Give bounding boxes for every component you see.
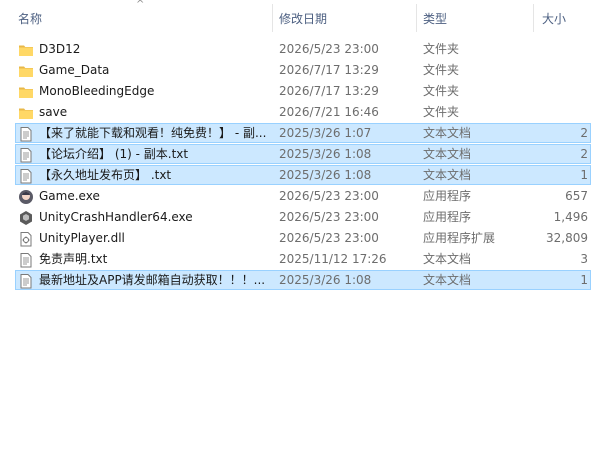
file-modified-date: 2025/3/26 1:07 <box>279 126 372 140</box>
file-name: MonoBleedingEdge <box>39 84 155 98</box>
text-file-icon <box>18 147 34 163</box>
file-name: Game_Data <box>39 63 110 77</box>
folder-icon <box>18 84 34 100</box>
file-modified-date: 2026/5/23 23:00 <box>279 231 379 245</box>
file-type: 文件夹 <box>423 42 460 56</box>
file-type: 应用程序 <box>423 189 472 203</box>
file-size: 3 <box>580 252 588 266</box>
file-size: 1 <box>580 273 588 287</box>
text-file-icon <box>18 273 34 289</box>
column-header-name[interactable]: 名称 <box>18 0 42 36</box>
unity-icon <box>18 210 34 226</box>
column-divider[interactable] <box>272 4 273 32</box>
file-row[interactable]: D3D12 2026/5/23 23:00 文件夹 <box>0 39 591 60</box>
file-type: 文件夹 <box>423 84 460 98</box>
file-size <box>533 39 588 60</box>
file-name: save <box>39 105 68 119</box>
file-type: 应用程序扩展 <box>423 231 496 245</box>
file-name: UnityPlayer.dll <box>39 231 125 245</box>
file-type: 文本文档 <box>423 252 472 266</box>
file-name: 【论坛介绍】 (1) - 副本.txt <box>39 147 189 161</box>
dll-file-icon <box>18 231 34 247</box>
text-file-icon <box>18 252 34 268</box>
file-row[interactable]: UnityCrashHandler64.exe 2026/5/23 23:00 应用… <box>0 207 591 228</box>
file-modified-date: 2026/5/23 23:00 <box>279 189 379 203</box>
file-modified-date: 2026/7/17 13:29 <box>279 63 379 77</box>
text-file-icon <box>18 126 34 142</box>
file-row[interactable]: Game_Data 2026/7/17 13:29 文件夹 <box>0 60 591 81</box>
file-list: D3D12 2026/5/23 23:00 文件夹 Game_Data 2026/7/1… <box>0 39 591 291</box>
file-name: 最新地址及APP请发邮箱自动获取！！！... <box>39 273 266 287</box>
file-size <box>533 81 588 102</box>
file-type: 文件夹 <box>423 105 460 119</box>
file-modified-date: 2025/3/26 1:08 <box>279 147 372 161</box>
file-size: 2 <box>580 126 588 140</box>
file-type: 文本文档 <box>423 147 472 161</box>
file-row[interactable]: MonoBleedingEdge 2026/7/17 13:29 文件夹 <box>0 81 591 102</box>
file-size: 657 <box>565 189 588 203</box>
file-modified-date: 2026/7/17 13:29 <box>279 84 379 98</box>
column-header-size[interactable]: 大小 <box>542 0 566 36</box>
file-row[interactable]: UnityPlayer.dll 2026/5/23 23:00 应用程序扩展 32,8… <box>0 228 591 249</box>
file-name: D3D12 <box>39 42 81 56</box>
file-size <box>533 60 588 81</box>
file-name: 【永久地址发布页】 .txt <box>39 168 172 182</box>
sort-ascending-icon: ^ <box>136 0 145 10</box>
column-header-bar: 名称 ^ 修改日期 类型 大小 <box>0 0 591 36</box>
file-name: 免责声明.txt <box>39 252 108 266</box>
folder-icon <box>18 105 34 121</box>
file-row[interactable]: 【永久地址发布页】 .txt 2025/3/26 1:08 文本文档 1 <box>0 165 591 186</box>
file-size: 1 <box>580 168 588 182</box>
file-row[interactable]: 免责声明.txt 2025/11/12 17:26 文本文档 3 <box>0 249 591 270</box>
game-exe-icon <box>18 189 34 205</box>
file-size: 1,496 <box>553 210 588 224</box>
file-row[interactable]: Game.exe 2026/5/23 23:00 应用程序 657 <box>0 186 591 207</box>
column-header-type[interactable]: 类型 <box>423 0 447 36</box>
file-modified-date: 2025/3/26 1:08 <box>279 273 372 287</box>
file-type: 文件夹 <box>423 63 460 77</box>
column-divider[interactable] <box>416 4 417 32</box>
file-type: 文本文档 <box>423 126 472 140</box>
file-type: 文本文档 <box>423 273 472 287</box>
file-size <box>533 102 588 123</box>
file-modified-date: 2026/5/23 23:00 <box>279 210 379 224</box>
file-modified-date: 2025/3/26 1:08 <box>279 168 372 182</box>
file-name: 【来了就能下载和观看！纯免费！】 - 副... <box>39 126 267 140</box>
file-modified-date: 2026/7/21 16:46 <box>279 105 379 119</box>
folder-icon <box>18 42 34 58</box>
folder-icon <box>18 63 34 79</box>
file-row[interactable]: save 2026/7/21 16:46 文件夹 <box>0 102 591 123</box>
file-name: Game.exe <box>39 189 100 203</box>
file-type: 文本文档 <box>423 168 472 182</box>
file-row[interactable]: 【论坛介绍】 (1) - 副本.txt 2025/3/26 1:08 文本文档 2 <box>0 144 591 165</box>
file-row[interactable]: 最新地址及APP请发邮箱自动获取！！！... 2025/3/26 1:08 文本文档… <box>0 270 591 291</box>
column-header-modified[interactable]: 修改日期 <box>279 0 327 36</box>
file-size: 32,809 <box>546 231 588 245</box>
file-modified-date: 2025/11/12 17:26 <box>279 252 387 266</box>
column-divider[interactable] <box>533 4 534 32</box>
file-name: UnityCrashHandler64.exe <box>39 210 193 224</box>
file-type: 应用程序 <box>423 210 472 224</box>
file-size: 2 <box>580 147 588 161</box>
text-file-icon <box>18 168 34 184</box>
file-modified-date: 2026/5/23 23:00 <box>279 42 379 56</box>
file-row[interactable]: 【来了就能下载和观看！纯免费！】 - 副... 2025/3/26 1:07 文本文… <box>0 123 591 144</box>
